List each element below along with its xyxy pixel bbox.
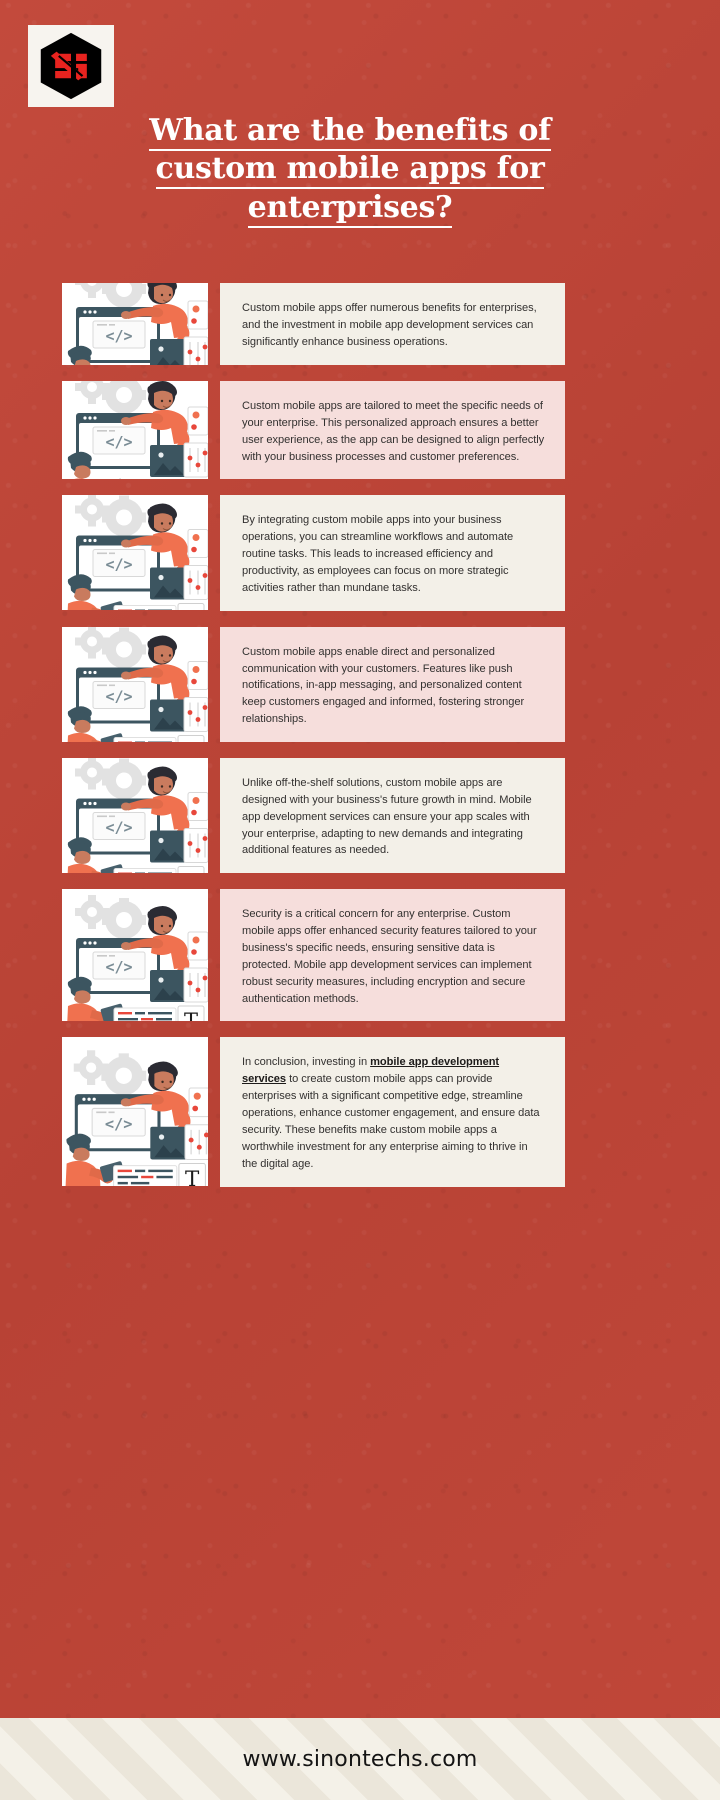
app-development-illustration-icon: </>: [62, 381, 208, 479]
page-title-line-2: custom mobile apps for: [155, 151, 545, 190]
svg-text:T: T: [185, 1167, 200, 1186]
svg-text:</>: </>: [105, 819, 132, 837]
benefit-card-illustration: </>: [62, 1037, 208, 1187]
app-development-illustration-icon: </>: [62, 626, 208, 742]
benefit-card-illustration: </>: [62, 381, 208, 479]
benefit-card-illustration: </>: [62, 758, 208, 874]
benefit-card-list: </> Custom mobile apps offer numerous be…: [0, 283, 720, 1203]
footer-website[interactable]: www.sinontechs.com: [242, 1747, 477, 1772]
svg-text:T: T: [184, 607, 198, 611]
benefit-card-body: Custom mobile apps offer numerous benefi…: [242, 302, 537, 348]
benefit-card-text: Custom mobile apps offer numerous benefi…: [220, 283, 565, 365]
benefit-card: </>: [0, 1037, 720, 1187]
benefit-card: </>: [0, 626, 720, 743]
app-development-illustration-icon: </>: [62, 758, 208, 874]
benefit-card-text: In conclusion, investing in mobile app d…: [220, 1037, 565, 1187]
app-development-illustration-icon: </>: [62, 283, 208, 365]
benefit-card-illustration: </>: [62, 495, 208, 611]
benefit-card-illustration: </>: [62, 283, 208, 365]
page-title-line-1: What are the benefits of: [149, 113, 551, 151]
benefit-card-body: Security is a critical concern for any e…: [242, 908, 537, 1005]
page-title-line-3: enterprises?: [247, 189, 453, 228]
benefit-card: </>: [0, 283, 720, 365]
footer: www.sinontechs.com: [0, 1718, 720, 1800]
benefit-card-text-after: to create custom mobile apps can provide…: [242, 1073, 540, 1170]
app-development-illustration-icon: </>: [62, 1037, 208, 1187]
page-title: What are the benefits of custom mobile a…: [140, 112, 560, 228]
benefit-card-body: Custom mobile apps are tailored to meet …: [242, 400, 545, 463]
benefit-card: </>: [0, 758, 720, 874]
benefit-card-text: By integrating custom mobile apps into y…: [220, 495, 565, 611]
app-development-illustration-icon: </>: [62, 495, 208, 611]
svg-text:</>: </>: [105, 687, 132, 705]
benefit-card-text: Unlike off-the-shelf solutions, custom m…: [220, 758, 565, 874]
brand-logo: [28, 25, 114, 107]
benefit-card: </>: [0, 495, 720, 611]
app-development-illustration-icon: </>: [62, 889, 208, 1022]
benefit-card-body: Custom mobile apps enable direct and per…: [242, 645, 525, 726]
benefit-card-text: Security is a critical concern for any e…: [220, 889, 565, 1022]
svg-text:</>: </>: [105, 556, 132, 574]
benefit-card-text: Custom mobile apps are tailored to meet …: [220, 381, 565, 480]
svg-text:T: T: [184, 1009, 198, 1021]
benefit-card: </>: [0, 381, 720, 480]
svg-text:</>: </>: [105, 958, 132, 976]
benefit-card-body: Unlike off-the-shelf solutions, custom m…: [242, 777, 532, 857]
svg-text:</>: </>: [105, 327, 132, 345]
benefit-card-text: Custom mobile apps enable direct and per…: [220, 626, 565, 743]
svg-text:</>: </>: [105, 433, 132, 451]
benefit-card-text-before: In conclusion, investing in: [242, 1056, 371, 1069]
benefit-card-illustration: </>: [62, 626, 208, 742]
svg-text:T: T: [184, 738, 198, 742]
svg-text:</>: </>: [105, 1115, 133, 1133]
benefit-card: </>: [0, 889, 720, 1022]
infographic-page: What are the benefits of custom mobile a…: [0, 0, 720, 1800]
benefit-card-body: By integrating custom mobile apps into y…: [242, 514, 514, 594]
sinontechs-hexagon-logo-icon: [40, 32, 102, 100]
svg-text:T: T: [184, 870, 198, 874]
benefit-card-illustration: </>: [62, 889, 208, 1022]
